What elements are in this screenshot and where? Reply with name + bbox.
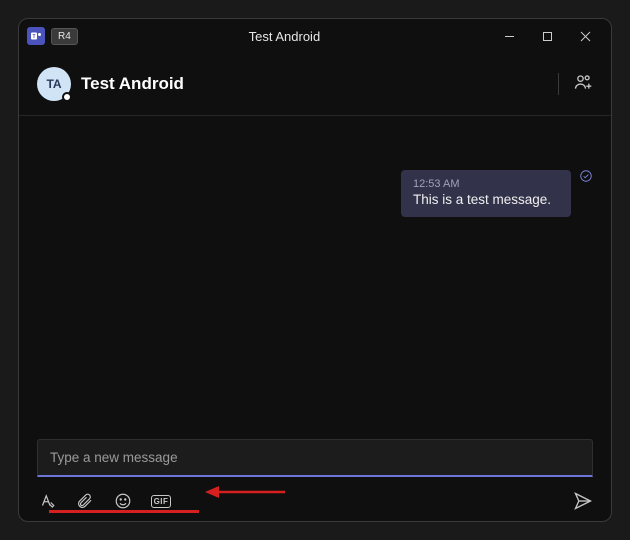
message-timestamp: 12:53 AM [413, 178, 559, 190]
close-button[interactable] [567, 22, 603, 50]
teams-chat-window: T R4 Test Android TA Test Android [18, 18, 612, 522]
titlebar: T R4 Test Android [19, 19, 611, 53]
message-text: This is a test message. [413, 192, 559, 207]
annotation-underline [49, 510, 199, 513]
window-controls [491, 22, 603, 50]
maximize-button[interactable] [529, 22, 565, 50]
compose-toolbar: GIF [19, 485, 611, 521]
read-receipt-icon [579, 169, 593, 188]
avatar-initials: TA [46, 77, 61, 91]
annotation-arrow-icon [205, 484, 285, 505]
message-row: 12:53 AM This is a test message. [37, 140, 593, 217]
minimize-button[interactable] [491, 22, 527, 50]
format-button[interactable] [37, 491, 57, 511]
attach-button[interactable] [75, 491, 95, 511]
gif-button[interactable]: GIF [151, 491, 171, 511]
gif-icon: GIF [151, 495, 172, 508]
separator [558, 73, 559, 95]
chat-header: TA Test Android [19, 53, 611, 116]
teams-app-icon: T [27, 27, 45, 45]
emoji-button[interactable] [113, 491, 133, 511]
chat-name: Test Android [81, 74, 184, 94]
avatar[interactable]: TA [37, 67, 71, 101]
message-input[interactable]: Type a new message [37, 439, 593, 477]
message-bubble[interactable]: 12:53 AM This is a test message. [401, 170, 571, 217]
svg-text:T: T [32, 34, 35, 40]
profile-badge[interactable]: R4 [51, 28, 78, 45]
send-button[interactable] [573, 491, 593, 511]
conversation-pane[interactable]: 12:53 AM This is a test message. [19, 116, 611, 431]
presence-indicator-icon [62, 92, 72, 102]
compose-area: Type a new message [19, 431, 611, 485]
window-title: Test Android [84, 29, 485, 44]
add-people-button[interactable] [573, 72, 593, 97]
